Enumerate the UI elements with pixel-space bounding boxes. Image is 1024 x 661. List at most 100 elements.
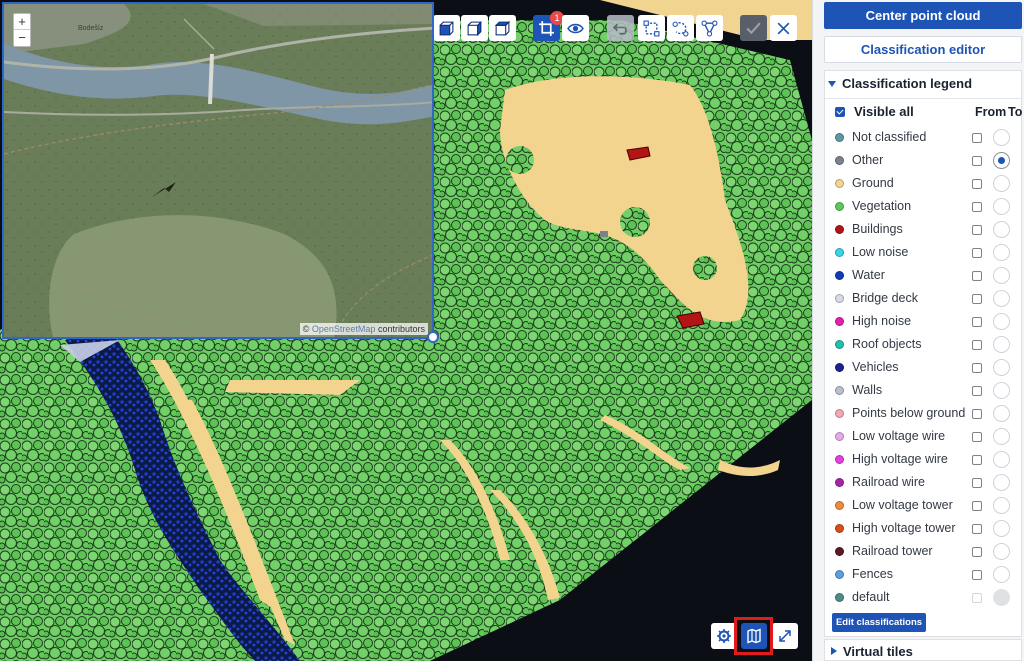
check-icon [746, 21, 761, 34]
from-checkbox[interactable] [972, 271, 982, 281]
class-row[interactable]: Low voltage tower [825, 495, 1021, 517]
class-row[interactable]: default [825, 587, 1021, 609]
class-label: Walls [852, 383, 883, 397]
from-checkbox[interactable] [972, 340, 982, 350]
legend-header[interactable]: Classification legend [828, 76, 972, 91]
eye-icon [567, 23, 584, 33]
to-radio[interactable] [993, 313, 1010, 330]
zoom-out-button[interactable]: − [14, 30, 30, 46]
class-row[interactable]: Railroad wire [825, 472, 1021, 494]
from-checkbox[interactable] [972, 363, 982, 373]
edit-classifications-button[interactable]: Edit classifications [832, 613, 926, 632]
to-radio[interactable] [993, 497, 1010, 514]
from-checkbox[interactable] [972, 524, 982, 534]
minimap[interactable]: Bodešíz + − © OpenStreetMap contributors [2, 2, 434, 339]
from-checkbox[interactable] [972, 133, 982, 143]
class-row[interactable]: Fences [825, 564, 1021, 586]
to-radio[interactable] [993, 175, 1010, 192]
class-label: Vehicles [852, 360, 899, 374]
classification-editor-button[interactable]: Classification editor [824, 36, 1022, 63]
from-checkbox[interactable] [972, 202, 982, 212]
to-radio[interactable] [993, 129, 1010, 146]
select-polygon-button[interactable] [696, 15, 723, 41]
to-radio[interactable] [993, 589, 1010, 606]
class-row[interactable]: Vegetation [825, 196, 1021, 218]
from-checkbox[interactable] [972, 386, 982, 396]
class-row[interactable]: Water [825, 265, 1021, 287]
to-radio[interactable] [993, 221, 1010, 238]
class-row[interactable]: Bridge deck [825, 288, 1021, 310]
from-checkbox[interactable] [972, 156, 982, 166]
to-radio[interactable] [993, 290, 1010, 307]
from-checkbox[interactable] [972, 317, 982, 327]
from-checkbox[interactable] [972, 455, 982, 465]
chevron-down-icon [828, 80, 836, 87]
visible-all-toggle[interactable]: Visible all [835, 104, 914, 119]
class-row[interactable]: Not classified [825, 127, 1021, 149]
to-radio[interactable] [993, 336, 1010, 353]
from-checkbox[interactable] [972, 478, 982, 488]
from-checkbox[interactable] [972, 547, 982, 557]
class-row[interactable]: Points below ground [825, 403, 1021, 425]
to-radio[interactable] [993, 244, 1010, 261]
from-checkbox[interactable] [972, 432, 982, 442]
from-checkbox[interactable] [972, 501, 982, 511]
to-radio[interactable] [993, 520, 1010, 537]
class-label: Low voltage tower [852, 498, 953, 512]
fullscreen-button[interactable] [772, 623, 798, 649]
from-checkbox[interactable] [972, 294, 982, 304]
select-rectangle-button[interactable] [638, 15, 665, 41]
to-radio[interactable] [993, 267, 1010, 284]
from-checkbox[interactable] [972, 409, 982, 419]
to-radio[interactable] [993, 152, 1010, 169]
visible-all-checkbox[interactable] [835, 106, 845, 117]
class-row[interactable]: Buildings [825, 219, 1021, 241]
class-color-swatch [835, 570, 844, 579]
class-row[interactable]: Walls [825, 380, 1021, 402]
from-checkbox[interactable] [972, 593, 982, 603]
to-radio[interactable] [993, 382, 1010, 399]
class-row[interactable]: Ground [825, 173, 1021, 195]
class-label: Railroad wire [852, 475, 925, 489]
class-row[interactable]: Vehicles [825, 357, 1021, 379]
to-radio[interactable] [993, 359, 1010, 376]
from-checkbox[interactable] [972, 225, 982, 235]
from-checkbox[interactable] [972, 248, 982, 258]
chevron-right-icon [831, 647, 837, 655]
zoom-in-button[interactable]: + [14, 14, 30, 30]
osm-link[interactable]: OpenStreetMap [312, 324, 376, 334]
to-radio[interactable] [993, 543, 1010, 560]
class-row[interactable]: High voltage wire [825, 449, 1021, 471]
undo-button[interactable] [607, 15, 634, 41]
to-radio[interactable] [993, 474, 1010, 491]
class-row[interactable]: Other [825, 150, 1021, 172]
class-row[interactable]: Railroad tower [825, 541, 1021, 563]
view-top-button[interactable] [489, 15, 516, 41]
from-checkbox[interactable] [972, 570, 982, 580]
class-row[interactable]: High noise [825, 311, 1021, 333]
to-radio[interactable] [993, 405, 1010, 422]
visibility-button[interactable] [562, 15, 589, 41]
center-point-cloud-button[interactable]: Center point cloud [824, 2, 1022, 29]
to-radio[interactable] [993, 198, 1010, 215]
view-front-button[interactable] [433, 15, 460, 41]
class-color-swatch [835, 455, 844, 464]
map-attribution: © OpenStreetMap contributors [299, 323, 428, 335]
minimap-resize-handle[interactable] [427, 331, 439, 343]
class-row[interactable]: Low noise [825, 242, 1021, 264]
to-radio[interactable] [993, 451, 1010, 468]
view-side-button[interactable] [461, 15, 488, 41]
class-row[interactable]: Roof objects [825, 334, 1021, 356]
minimap-tiles[interactable]: Bodešíz [4, 4, 434, 339]
to-radio[interactable] [993, 566, 1010, 583]
class-row[interactable]: High voltage tower [825, 518, 1021, 540]
close-button[interactable] [770, 15, 797, 41]
to-radio[interactable] [993, 428, 1010, 445]
select-polygon-icon [701, 20, 718, 36]
confirm-button[interactable] [740, 15, 767, 41]
point-cloud-viewer[interactable]: 1 Bodešíz + − © OpenStreetMap contributo… [0, 0, 812, 661]
class-row[interactable]: Low voltage wire [825, 426, 1021, 448]
select-lasso-button[interactable] [667, 15, 694, 41]
virtual-tiles-section[interactable]: Virtual tiles [824, 639, 1022, 661]
from-checkbox[interactable] [972, 179, 982, 189]
